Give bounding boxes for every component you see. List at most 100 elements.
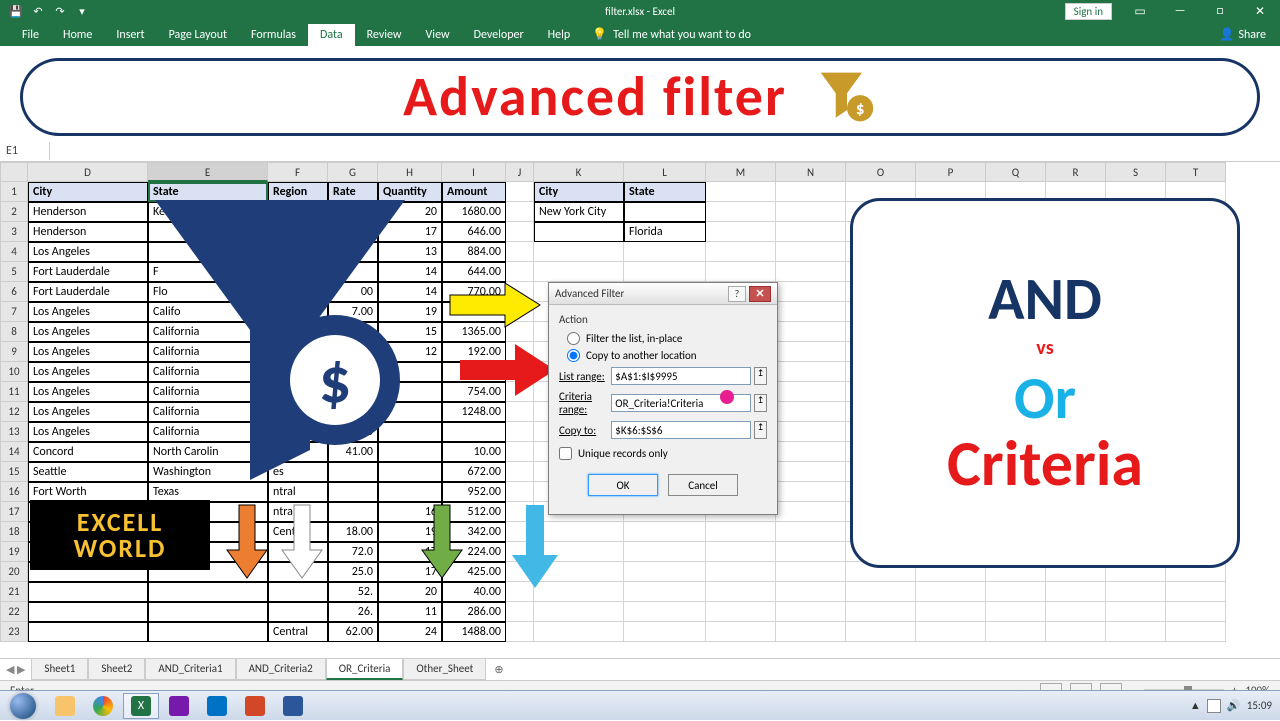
- cell-J16[interactable]: [506, 482, 534, 502]
- start-button[interactable]: [0, 691, 46, 721]
- cell-E22[interactable]: [148, 602, 268, 622]
- cell-J1[interactable]: [506, 182, 534, 202]
- tray-up-icon[interactable]: ▲: [1190, 699, 1201, 712]
- cell-J22[interactable]: [506, 602, 534, 622]
- cell-N22[interactable]: [776, 602, 846, 622]
- close-button[interactable]: ✕: [1240, 0, 1280, 22]
- minimize-button[interactable]: —: [1160, 0, 1200, 22]
- share-button[interactable]: 👤 Share: [1205, 23, 1280, 46]
- cell-L2[interactable]: [624, 202, 706, 222]
- cell-N18[interactable]: [776, 522, 846, 542]
- name-box[interactable]: E1: [0, 142, 50, 160]
- row-header-8[interactable]: 8: [0, 322, 28, 342]
- cell-N11[interactable]: [776, 382, 846, 402]
- cell-R21[interactable]: [1046, 582, 1106, 602]
- col-header-J[interactable]: J: [506, 162, 534, 182]
- cell-G18[interactable]: 18.00: [328, 522, 378, 542]
- cell-N5[interactable]: [776, 262, 846, 282]
- cell-G17[interactable]: [328, 502, 378, 522]
- cell-D23[interactable]: [28, 622, 148, 642]
- cell-S23[interactable]: [1106, 622, 1166, 642]
- cell-J4[interactable]: [506, 242, 534, 262]
- undo-icon[interactable]: ↶: [30, 3, 46, 19]
- sheet-scroll-buttons[interactable]: ◀ ▶: [0, 663, 31, 676]
- unique-records-checkbox[interactable]: Unique records only: [559, 447, 767, 460]
- cell-M1[interactable]: [706, 182, 776, 202]
- cell-D8[interactable]: Los Angeles: [28, 322, 148, 342]
- cell-N7[interactable]: [776, 302, 846, 322]
- sheet-tab-and_criteria2[interactable]: AND_Criteria2: [236, 659, 326, 680]
- row-header-19[interactable]: 19: [0, 542, 28, 562]
- cell-H23[interactable]: 24: [378, 622, 442, 642]
- tab-data[interactable]: Data: [308, 24, 355, 46]
- sheet-tab-other_sheet[interactable]: Other_Sheet: [403, 659, 486, 680]
- cell-D1[interactable]: City: [28, 182, 148, 202]
- cell-K23[interactable]: [534, 622, 624, 642]
- cell-N9[interactable]: [776, 342, 846, 362]
- redo-icon[interactable]: ↷: [52, 3, 68, 19]
- cell-I14[interactable]: 10.00: [442, 442, 506, 462]
- cell-N12[interactable]: [776, 402, 846, 422]
- cell-T21[interactable]: [1166, 582, 1226, 602]
- dialog-close-button[interactable]: ✕: [749, 286, 771, 302]
- cell-N2[interactable]: [776, 202, 846, 222]
- cell-R22[interactable]: [1046, 602, 1106, 622]
- cell-N10[interactable]: [776, 362, 846, 382]
- row-header-5[interactable]: 5: [0, 262, 28, 282]
- tray-volume-icon[interactable]: 🔊: [1227, 699, 1241, 713]
- taskbar-excel-icon[interactable]: X: [123, 693, 159, 719]
- cell-I15[interactable]: 672.00: [442, 462, 506, 482]
- cell-J15[interactable]: [506, 462, 534, 482]
- cell-N23[interactable]: [776, 622, 846, 642]
- cell-S22[interactable]: [1106, 602, 1166, 622]
- cell-I22[interactable]: 286.00: [442, 602, 506, 622]
- sheet-tab-and_criteria1[interactable]: AND_Criteria1: [145, 659, 235, 680]
- cell-J12[interactable]: [506, 402, 534, 422]
- cell-D12[interactable]: Los Angeles: [28, 402, 148, 422]
- row-header-3[interactable]: 3: [0, 222, 28, 242]
- ok-button[interactable]: OK: [588, 474, 658, 496]
- radio-copy-input[interactable]: [567, 349, 580, 362]
- cell-D15[interactable]: Seattle: [28, 462, 148, 482]
- cell-D13[interactable]: Los Angeles: [28, 422, 148, 442]
- cell-F23[interactable]: Central: [268, 622, 328, 642]
- cell-N4[interactable]: [776, 242, 846, 262]
- tray-clock[interactable]: 15:09: [1247, 699, 1272, 712]
- cell-M23[interactable]: [706, 622, 776, 642]
- taskbar-onenote-icon[interactable]: [161, 693, 197, 719]
- cell-F21[interactable]: [268, 582, 328, 602]
- cell-D16[interactable]: Fort Worth: [28, 482, 148, 502]
- cell-L4[interactable]: [624, 242, 706, 262]
- col-header-O[interactable]: O: [846, 162, 916, 182]
- cell-M5[interactable]: [706, 262, 776, 282]
- tab-home[interactable]: Home: [51, 24, 104, 46]
- col-header-T[interactable]: T: [1166, 162, 1226, 182]
- tab-insert[interactable]: Insert: [104, 24, 156, 46]
- cell-M4[interactable]: [706, 242, 776, 262]
- taskbar-powerpoint-icon[interactable]: [237, 693, 273, 719]
- tray-network-icon[interactable]: [1207, 699, 1221, 713]
- cell-D10[interactable]: Los Angeles: [28, 362, 148, 382]
- cell-I23[interactable]: 1488.00: [442, 622, 506, 642]
- cell-Q23[interactable]: [986, 622, 1046, 642]
- cell-M19[interactable]: [706, 542, 776, 562]
- col-header-N[interactable]: N: [776, 162, 846, 182]
- cell-D9[interactable]: Los Angeles: [28, 342, 148, 362]
- system-tray[interactable]: ▲ 🔊 15:09: [1190, 699, 1280, 713]
- cell-D22[interactable]: [28, 602, 148, 622]
- cell-D11[interactable]: Los Angeles: [28, 382, 148, 402]
- cell-L22[interactable]: [624, 602, 706, 622]
- row-header-14[interactable]: 14: [0, 442, 28, 462]
- cell-D14[interactable]: Concord: [28, 442, 148, 462]
- col-header-R[interactable]: R: [1046, 162, 1106, 182]
- row-header-20[interactable]: 20: [0, 562, 28, 582]
- cell-N20[interactable]: [776, 562, 846, 582]
- cell-N16[interactable]: [776, 482, 846, 502]
- cell-N14[interactable]: [776, 442, 846, 462]
- list-range-input[interactable]: [611, 367, 751, 385]
- row-header-2[interactable]: 2: [0, 202, 28, 222]
- cell-D21[interactable]: [28, 582, 148, 602]
- taskbar-outlook-icon[interactable]: [199, 693, 235, 719]
- copy-to-ref-button[interactable]: ↥: [754, 421, 767, 439]
- cell-M20[interactable]: [706, 562, 776, 582]
